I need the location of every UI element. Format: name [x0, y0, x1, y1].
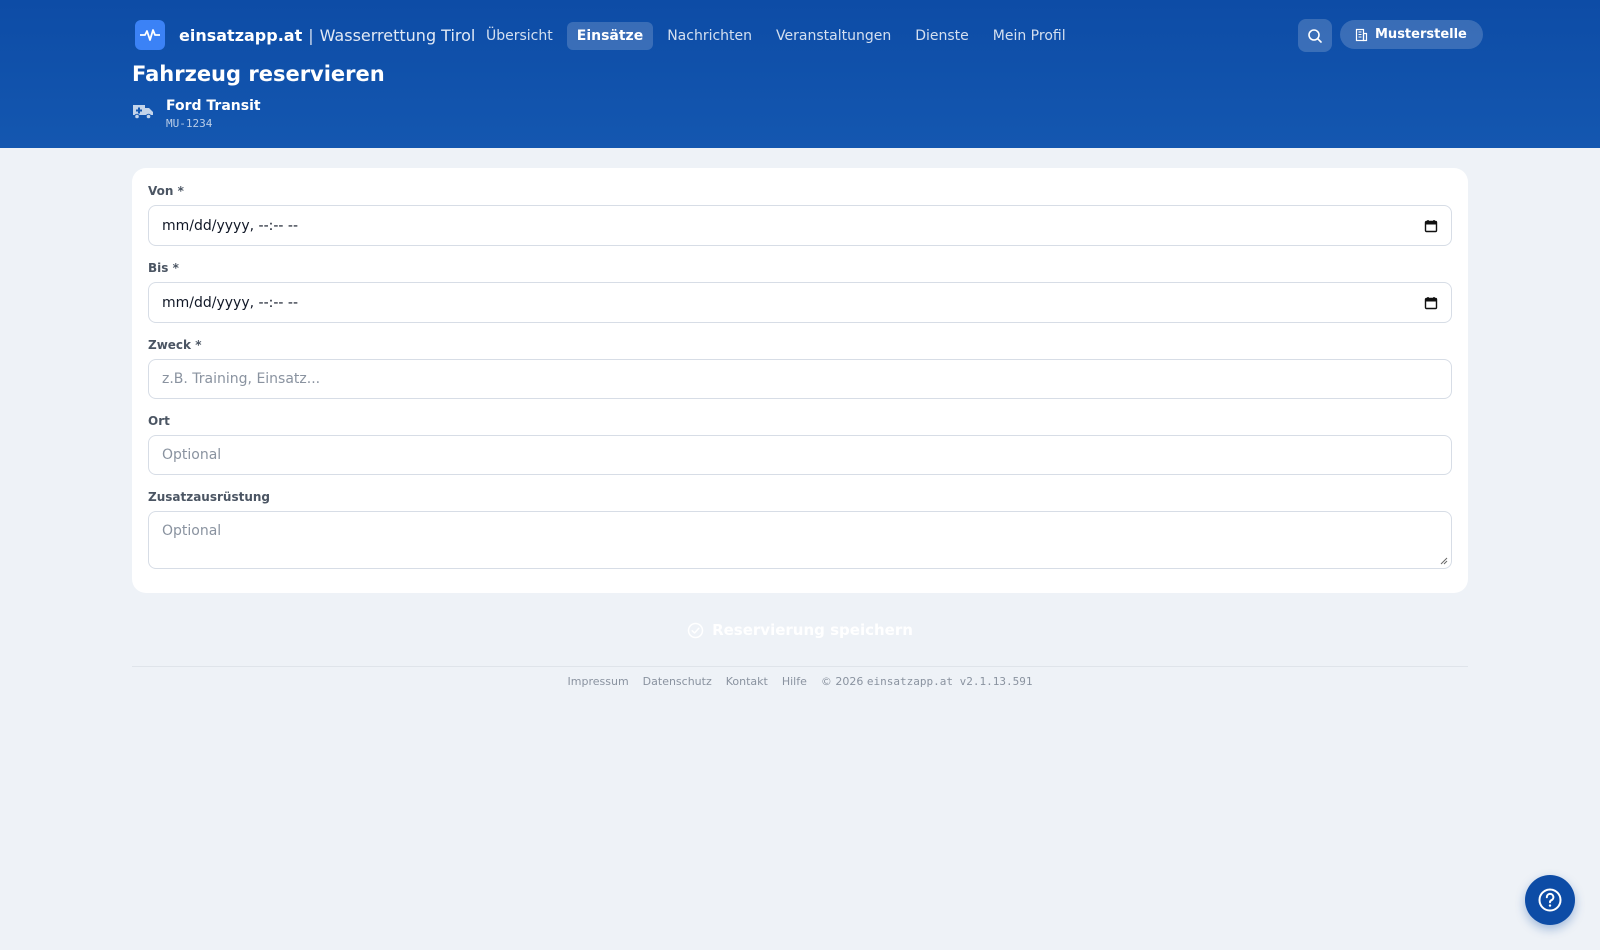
von-datetime-input[interactable]: mm/dd/yyyy, --:-- -- [148, 205, 1452, 246]
bis-value: mm/dd/yyyy, --:-- -- [162, 294, 299, 311]
ort-placeholder: Optional [162, 447, 222, 463]
von-value: mm/dd/yyyy, --:-- -- [162, 217, 299, 234]
nav-item-dienste[interactable]: Dienste [905, 22, 979, 50]
nav-item-veranstaltungen[interactable]: Veranstaltungen [766, 22, 901, 50]
ambulance-icon [133, 105, 153, 120]
zweck-input[interactable]: z.B. Training, Einsatz... [148, 359, 1452, 399]
brand[interactable]: einsatzapp.at | Wasserrettung Tirol [135, 20, 475, 50]
zusatzausruestung-placeholder: Optional [162, 523, 222, 539]
footer-copyright: © 2026 einsatzapp.at v2.1.13.591 [821, 675, 1033, 688]
vehicle-name: Ford Transit [166, 98, 261, 114]
main-nav: Übersicht Einsätze Nachrichten Veranstal… [476, 21, 1080, 50]
building-icon [1355, 28, 1368, 41]
nav-item-einsaetze[interactable]: Einsätze [566, 21, 654, 50]
footer-link-datenschutz[interactable]: Datenschutz [643, 675, 712, 688]
app-version: einsatzapp.at v2.1.13.591 [866, 675, 1033, 688]
page-title: Fahrzeug reservieren [132, 62, 385, 86]
brand-organization: Wasserrettung Tirol [319, 25, 476, 45]
save-reservation-label: Reservierung speichern [712, 621, 913, 639]
check-circle-icon [687, 622, 704, 638]
zusatzausruestung-textarea[interactable]: Optional [148, 511, 1452, 569]
footer-link-kontakt[interactable]: Kontakt [726, 675, 768, 688]
bis-label: Bis * [148, 261, 179, 275]
vehicle-plate: MU-1234 [166, 117, 213, 130]
nav-item-nachrichten[interactable]: Nachrichten [657, 22, 762, 50]
reservation-form: Von * mm/dd/yyyy, --:-- -- Bis * mm/dd/y… [132, 168, 1468, 593]
organization-label: Musterstelle [1375, 27, 1467, 42]
save-reservation-button[interactable]: Reservierung speichern [0, 618, 1600, 642]
heartbeat-icon [135, 20, 165, 50]
zweck-label: Zweck * [148, 338, 202, 352]
brand-separator: | [308, 25, 314, 45]
search-icon [1308, 28, 1322, 43]
calendar-icon[interactable] [1424, 296, 1438, 310]
help-icon [1538, 888, 1562, 912]
nav-item-uebersicht[interactable]: Übersicht [476, 22, 563, 50]
vehicle-info: Ford Transit MU-1234 [132, 98, 261, 130]
resize-handle-icon[interactable] [1440, 557, 1448, 565]
zusatzausruestung-label: Zusatzausrüstung [148, 490, 271, 504]
calendar-icon[interactable] [1424, 219, 1438, 233]
ort-label: Ort [148, 414, 170, 428]
zweck-placeholder: z.B. Training, Einsatz... [162, 371, 321, 387]
footer-divider [132, 666, 1468, 667]
search-button[interactable] [1298, 19, 1332, 52]
footer-link-hilfe[interactable]: Hilfe [782, 675, 807, 688]
organization-switcher[interactable]: Musterstelle [1340, 20, 1483, 49]
ort-input[interactable]: Optional [148, 435, 1452, 475]
brand-name: einsatzapp.at [179, 25, 303, 45]
footer-link-impressum[interactable]: Impressum [568, 675, 629, 688]
bis-datetime-input[interactable]: mm/dd/yyyy, --:-- -- [148, 282, 1452, 323]
app-header: einsatzapp.at | Wasserrettung Tirol Über… [0, 0, 1600, 148]
footer: Impressum Datenschutz Kontakt Hilfe © 20… [0, 675, 1600, 688]
nav-item-mein-profil[interactable]: Mein Profil [983, 22, 1076, 50]
copyright-year: © 2026 [820, 675, 864, 688]
help-button[interactable] [1525, 875, 1575, 925]
von-label: Von * [148, 184, 184, 198]
